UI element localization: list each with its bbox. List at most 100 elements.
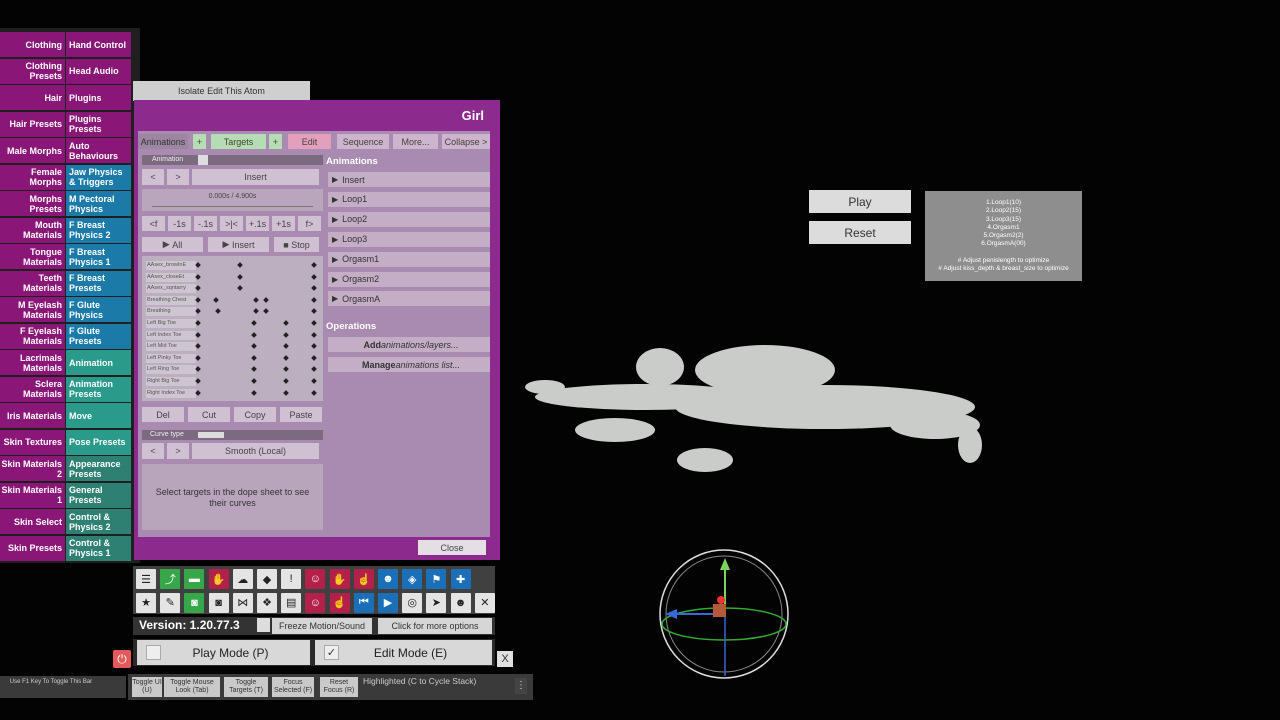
animation-item[interactable]: ▶ Loop3 [328,231,490,247]
keyframe[interactable] [195,273,201,280]
close-button[interactable]: Close [418,540,486,555]
keyframe[interactable] [311,366,317,373]
menu-item-left[interactable]: Clothing [0,32,65,57]
animation-item[interactable]: ▶ Orgasm1 [328,251,490,267]
menu-item-right[interactable]: Jaw Physics & Triggers [66,164,131,190]
tab-sequence[interactable]: Sequence [337,134,389,149]
dope-row-label[interactable]: Left Ring Toe [146,365,196,375]
hand-red-icon[interactable]: ✋ [208,569,229,589]
keyframe[interactable] [283,320,289,326]
dope-row-label[interactable]: Left Index Toe [146,330,196,340]
next-curve-button[interactable]: > [167,443,189,459]
menu-item-right[interactable]: Hand Control [66,32,131,57]
slider-handle[interactable] [198,155,208,165]
keyframe[interactable] [311,273,317,280]
menu-item-left[interactable]: Tongue Materials [0,244,65,269]
step-button[interactable]: >|< [220,216,243,231]
keyframe[interactable] [195,343,201,350]
person-select-icon[interactable]: ☻ [378,569,398,589]
dope-row-label[interactable]: Breathing Chest [146,295,196,305]
step-button[interactable]: +1s [272,216,295,231]
keyframe[interactable] [251,378,257,384]
menu-item-right[interactable]: Plugins Presets [66,111,131,137]
tab-more[interactable]: More... [393,134,438,149]
menu-item-right[interactable]: F Glute Physics [66,297,131,322]
edit-copy-button[interactable]: Copy [234,407,276,422]
bottom-button[interactable]: Focus Selected (F) [272,677,314,697]
keyframe[interactable] [311,262,317,268]
tools-icon[interactable]: ✕ [474,592,495,613]
pointer-hand-icon[interactable]: ☝ [353,569,374,589]
menu-item-left[interactable]: Male Morphs [0,138,65,163]
scene-reset-button[interactable]: Reset [809,221,911,244]
keyframe[interactable] [283,366,289,373]
menu-item-right[interactable]: Move [66,403,131,428]
edit-del-button[interactable]: Del [142,407,184,422]
play-icon[interactable]: ▶ [378,592,398,613]
bottom-button[interactable]: Toggle Mouse Look (Tab) [164,677,220,697]
animation-item[interactable]: ▶ OrgasmA [328,291,490,307]
keyframe[interactable] [237,262,243,268]
keyframe[interactable] [237,285,243,292]
skip-back-icon[interactable]: ⏮ [353,592,374,613]
power-icon[interactable]: ⏻ [113,650,131,668]
keyframe[interactable] [195,308,201,315]
step-button[interactable]: +.1s [246,216,269,231]
add-tab-button[interactable]: + [269,134,282,149]
menu-icon[interactable]: ☰ [136,569,156,589]
gizmo-red-handle[interactable] [717,596,725,604]
bottom-button[interactable]: Toggle Targets (T) [224,677,268,697]
menu-item-right[interactable]: M Pectoral Physics [66,191,131,216]
bottom-button[interactable]: Toggle UI (U) [132,677,162,697]
unity-icon[interactable]: ◈ [402,569,423,589]
menu-item-left[interactable]: Skin Presets [0,535,65,561]
step-button[interactable]: -1s [168,216,191,231]
keyframe[interactable] [311,308,317,315]
dope-row-label[interactable]: Left Pinky Toe [146,353,196,363]
keyframe[interactable] [263,296,269,303]
edit-cut-button[interactable]: Cut [188,407,230,422]
menu-item-right[interactable]: Appearance Presets [66,456,131,481]
menu-item-right[interactable]: Head Audio [66,58,131,84]
keyframe[interactable] [195,285,201,292]
menu-item-left[interactable]: Skin Materials 2 [0,456,65,481]
dope-row-label[interactable]: AAsex_closeEt [146,272,196,282]
menu-item-right[interactable]: Pose Presets [66,429,131,455]
folder-icon[interactable]: ▬ [184,569,205,589]
keyframe[interactable] [311,320,317,326]
keyframe[interactable] [251,366,257,373]
cloud-icon[interactable]: ☁ [232,569,253,589]
keyframe[interactable] [311,354,317,361]
keyframe[interactable] [283,389,289,396]
cursor-icon[interactable]: ➤ [426,592,447,613]
keyframe[interactable] [195,262,201,268]
tab-animations[interactable]: Animations [138,134,188,149]
bottom-button[interactable]: Reset Focus (R) [320,677,358,697]
camera-icon[interactable]: ◙ [208,592,229,613]
menu-item-left[interactable]: Skin Textures [0,429,65,455]
gizmo-center-cube[interactable] [713,604,726,617]
scene-play-button[interactable]: Play [809,190,911,213]
stop-button[interactable]: ■ Stop [274,237,319,252]
menu-item-left[interactable]: Skin Materials 1 [0,482,65,508]
keyframe[interactable] [311,285,317,292]
menu-item-right[interactable]: General Presets [66,482,131,508]
menu-item-left[interactable]: Hair Presets [0,111,65,137]
person-icon[interactable]: ☺ [305,569,326,589]
prev-curve-button[interactable]: < [142,443,164,459]
move-gizmo[interactable] [655,548,795,680]
menu-item-left[interactable]: Morphs Presets [0,191,65,216]
plus-icon[interactable]: ✚ [450,569,471,589]
gizmo-up-arrow-icon[interactable] [720,558,730,570]
menu-item-left[interactable]: F Eyelash Materials [0,323,65,349]
menu-item-left[interactable]: Female Morphs [0,164,65,190]
tab-collapse[interactable]: Collapse > [442,134,490,149]
keyframe[interactable] [253,296,259,303]
cube-icon[interactable]: ◆ [257,569,277,589]
menu-item-right[interactable]: Animation Presets [66,376,131,402]
prev-animation-button[interactable]: < [142,169,164,185]
freeze-motion-toggle[interactable]: Freeze Motion/Sound [272,618,372,634]
menu-item-left[interactable]: Hair [0,85,65,110]
keyframe[interactable] [283,378,289,384]
dope-row-label[interactable]: AAsex_browInE [146,261,196,270]
